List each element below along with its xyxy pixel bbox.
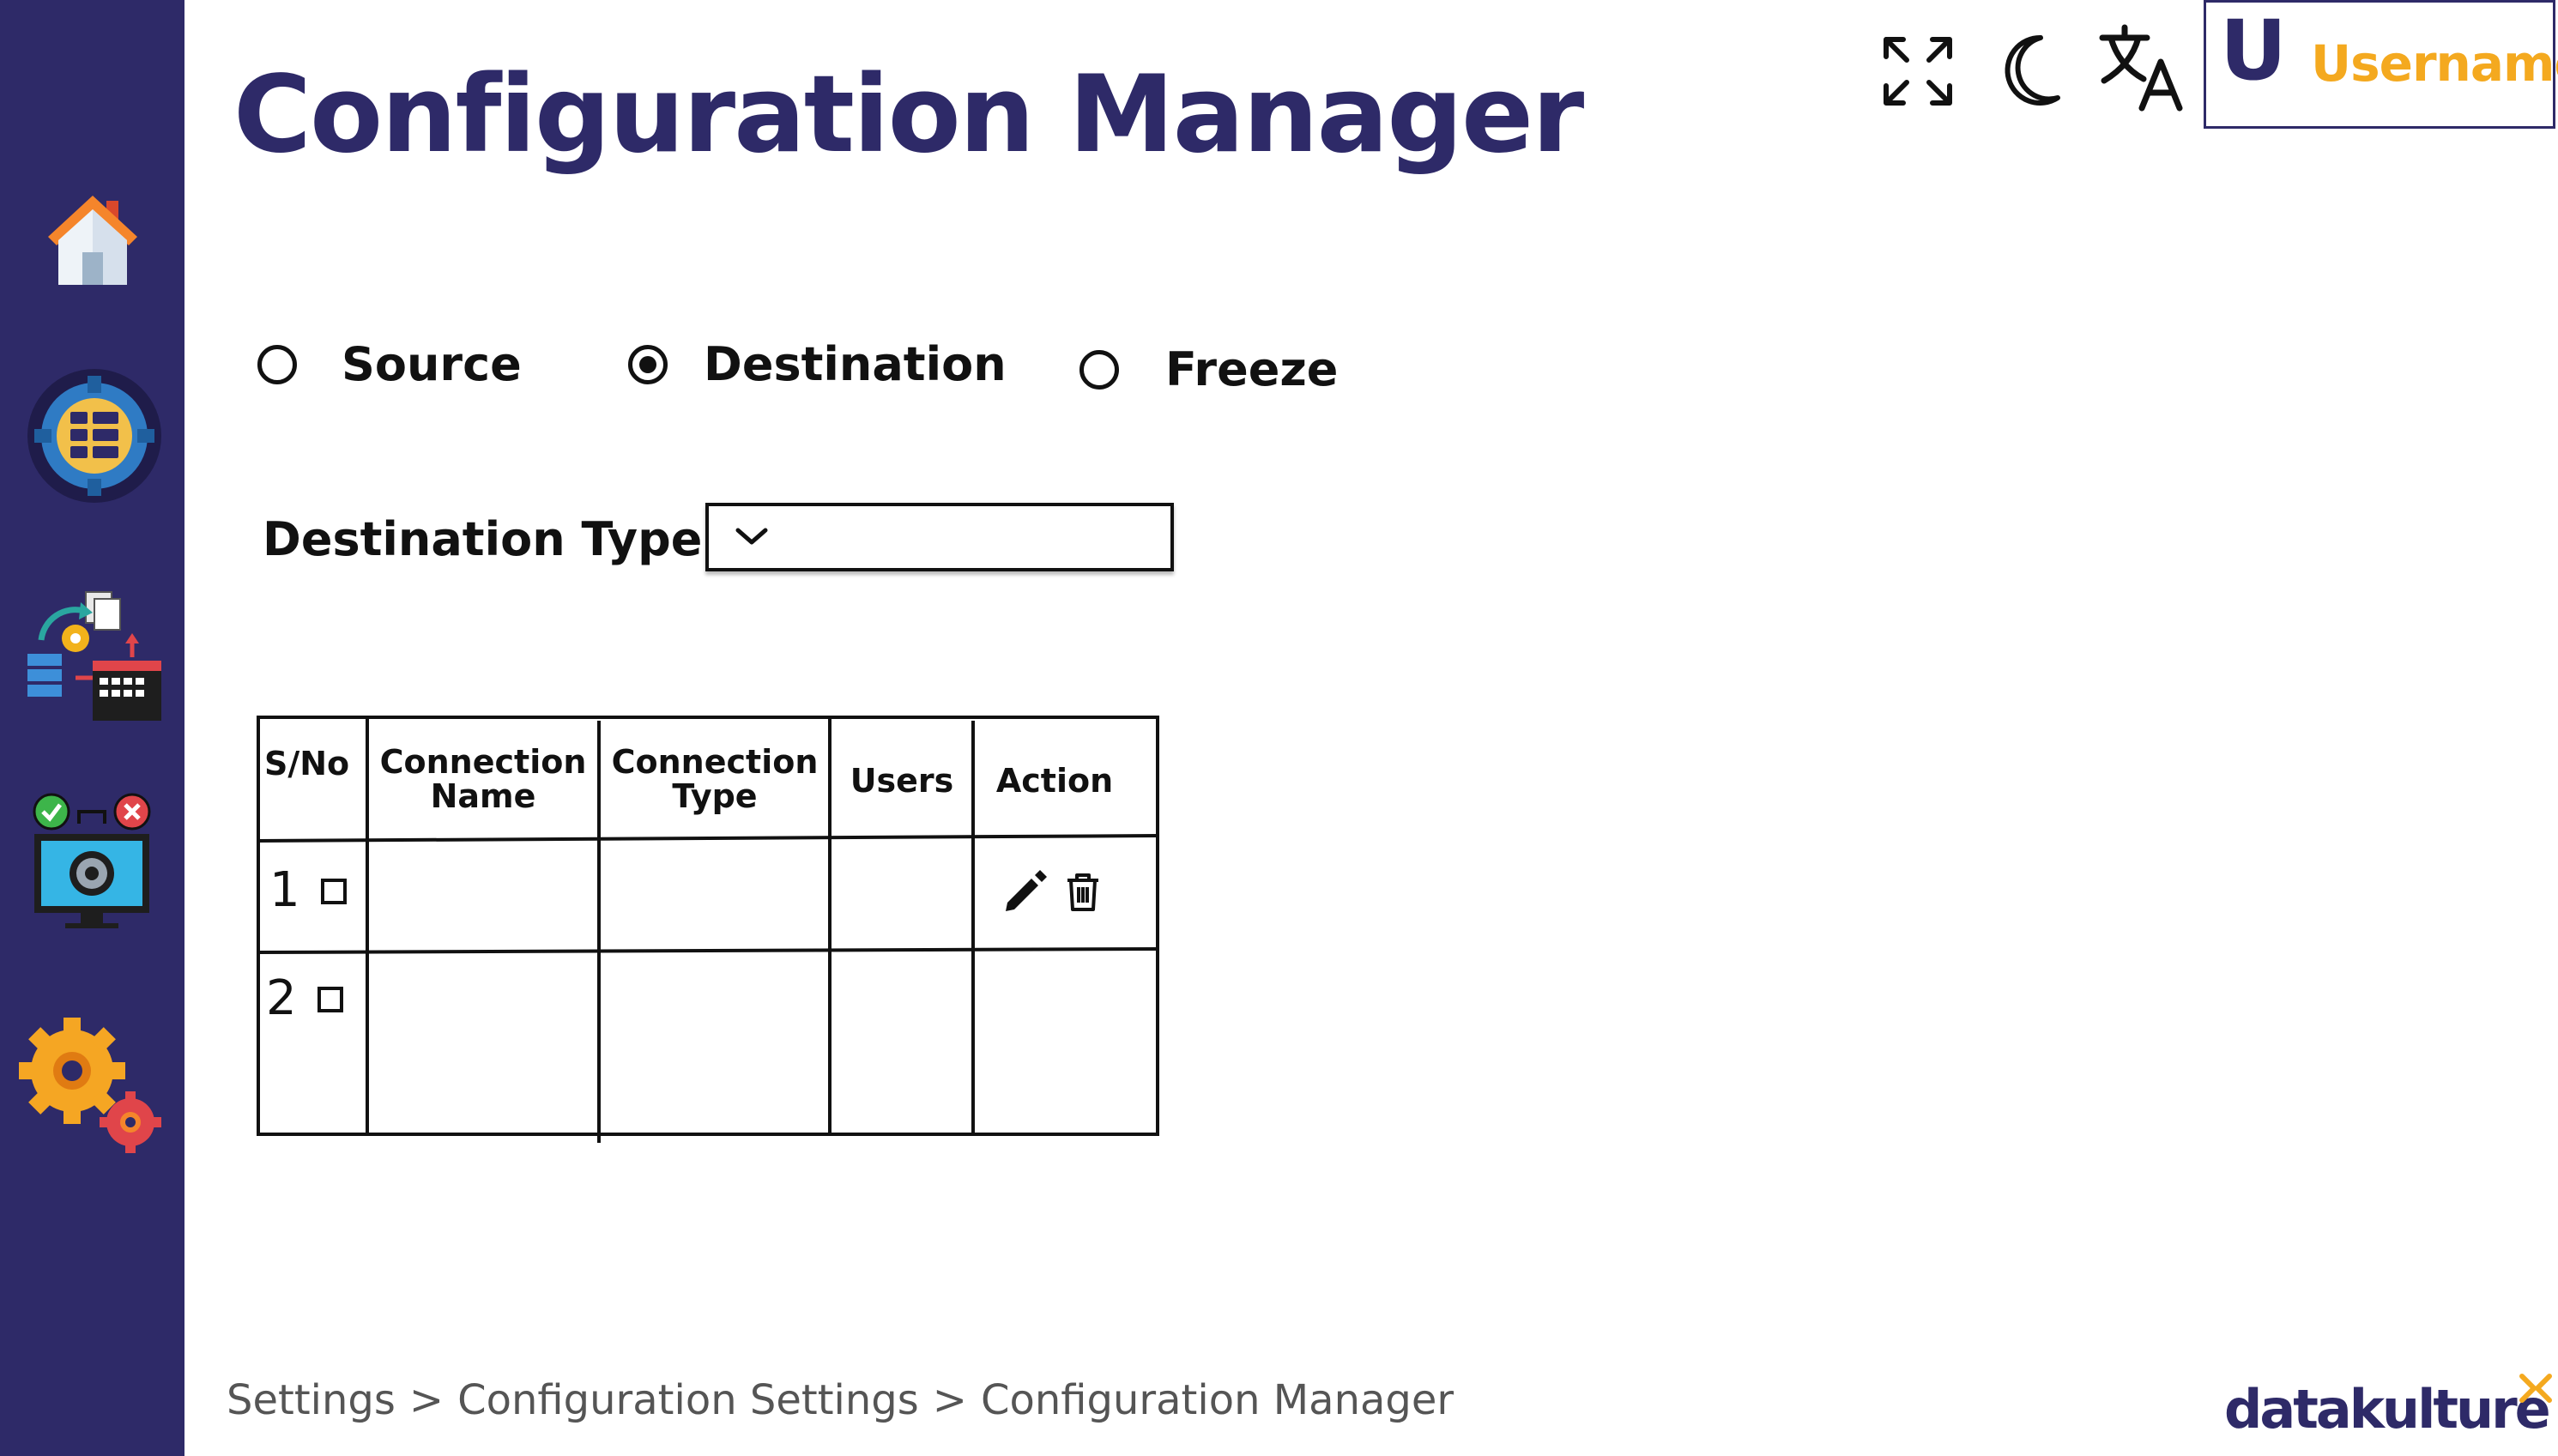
fullscreen-icon[interactable]	[1881, 34, 1955, 108]
table-grid	[257, 716, 1159, 1143]
column-header-connection-name-line2: Name	[430, 777, 536, 815]
radio-selected-dot	[639, 356, 656, 373]
dark-mode-icon[interactable]	[1996, 31, 2065, 110]
radio-freeze-label: Freeze	[1165, 342, 1339, 396]
user-profile[interactable]: U Username	[2204, 0, 2558, 129]
radio-source-label: Source	[342, 337, 522, 391]
database-gear-icon[interactable]	[26, 367, 163, 504]
radio-destination-label: Destination	[704, 337, 1007, 391]
breadcrumb: Settings > Configuration Settings > Configur…	[227, 1380, 1454, 1421]
page-title: Configuration Manager	[233, 53, 1584, 177]
edit-icon[interactable]	[1002, 868, 1049, 915]
column-header-connection-name-line1: Connection	[379, 743, 587, 781]
destination-type-label: Destination Type	[263, 512, 703, 566]
chevron-down-icon	[735, 528, 768, 545]
breadcrumb-item-configuration-settings[interactable]: Configuration Settings	[457, 1376, 919, 1424]
breadcrumb-item-settings[interactable]: Settings	[227, 1376, 396, 1424]
column-header-users: Users	[850, 762, 954, 800]
column-header-connection-type: Connection Type	[601, 745, 829, 813]
radio-freeze-circle[interactable]	[1079, 350, 1119, 390]
radio-destination-circle[interactable]	[628, 345, 668, 384]
user-avatar-initial: U	[2220, 3, 2287, 99]
row-checkbox[interactable]	[317, 987, 343, 1012]
breadcrumb-separator: >	[408, 1376, 444, 1424]
delete-icon[interactable]	[1064, 872, 1102, 913]
brand-x-mark-icon	[2519, 1374, 2552, 1403]
home-icon[interactable]	[43, 189, 142, 288]
breadcrumb-item-configuration-manager: Configuration Manager	[980, 1376, 1454, 1424]
column-header-connection-type-line2: Type	[672, 777, 758, 815]
column-header-action: Action	[995, 762, 1114, 800]
brand-logo: datakulture	[2224, 1378, 2551, 1441]
breadcrumb-separator: >	[932, 1376, 967, 1424]
radio-source-circle[interactable]	[257, 345, 297, 384]
username-label: Username	[2311, 34, 2558, 93]
destination-type-select[interactable]	[705, 503, 1174, 571]
monitor-gear-icon[interactable]	[31, 789, 153, 930]
schedule-sync-icon[interactable]	[24, 589, 165, 726]
sidebar	[0, 0, 184, 1456]
translate-icon[interactable]	[2099, 22, 2188, 112]
row-checkbox[interactable]	[321, 879, 347, 904]
column-header-sno: S/No	[264, 745, 350, 782]
row-number: 1	[269, 862, 300, 918]
column-header-connection-type-line1: Connection	[611, 743, 819, 781]
column-header-connection-name: Connection Name	[369, 745, 597, 813]
gears-icon[interactable]	[17, 1016, 165, 1153]
row-number: 2	[266, 970, 297, 1026]
